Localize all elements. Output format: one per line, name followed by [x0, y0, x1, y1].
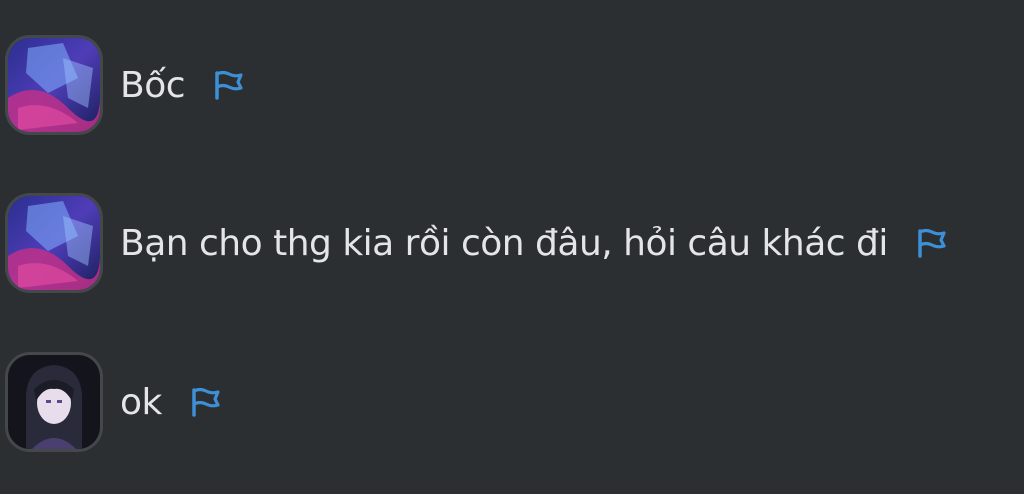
flag-icon[interactable]: [211, 68, 245, 102]
user-avatar[interactable]: [8, 196, 100, 290]
message-text: Bốc: [120, 64, 186, 106]
anime-avatar-blue: [8, 196, 100, 290]
flag-icon[interactable]: [914, 226, 948, 260]
chat-message: ok: [8, 354, 222, 450]
anime-avatar-blue: [8, 38, 100, 132]
user-avatar[interactable]: [8, 38, 100, 132]
message-text: Bạn cho thg kia rồi còn đâu, hỏi câu khá…: [120, 222, 888, 264]
flag-icon[interactable]: [188, 385, 222, 419]
anime-avatar-dark-hair: [8, 355, 100, 449]
user-avatar[interactable]: [8, 355, 100, 449]
message-text: ok: [120, 381, 162, 423]
chat-message: Bạn cho thg kia rồi còn đâu, hỏi câu khá…: [8, 195, 948, 291]
chat-message: Bốc: [8, 37, 245, 133]
